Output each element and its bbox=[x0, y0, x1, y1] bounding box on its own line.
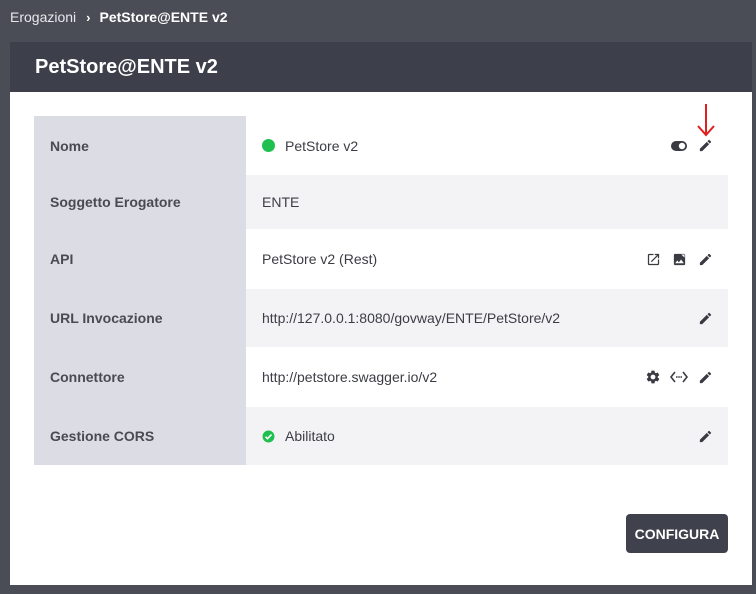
row-label: Connettore bbox=[34, 347, 246, 407]
check-circle-icon bbox=[262, 430, 275, 443]
row-actions bbox=[696, 309, 714, 327]
row-value: http://127.0.0.1:8080/govway/ENTE/PetSto… bbox=[246, 289, 728, 347]
row-label: Soggetto Erogatore bbox=[34, 175, 246, 229]
image-icon[interactable] bbox=[670, 250, 688, 268]
api-value: PetStore v2 (Rest) bbox=[262, 251, 378, 267]
row-value: Abilitato bbox=[246, 407, 728, 465]
connettore-value: http://petstore.swagger.io/v2 bbox=[262, 369, 438, 385]
breadcrumb-separator-icon: › bbox=[86, 9, 91, 25]
nome-value: PetStore v2 bbox=[285, 137, 359, 154]
row-label: Nome bbox=[34, 116, 246, 175]
row-url-invocazione: URL Invocazione http://127.0.0.1:8080/go… bbox=[34, 289, 728, 347]
breadcrumb-erogazioni-link[interactable]: Erogazioni bbox=[10, 9, 76, 25]
annotation-arrow-icon bbox=[697, 104, 715, 137]
page-title: PetStore@ENTE v2 bbox=[35, 55, 218, 78]
edit-icon[interactable] bbox=[696, 137, 714, 155]
row-api: API PetStore v2 (Rest) bbox=[34, 229, 728, 289]
open-external-icon[interactable] bbox=[644, 250, 662, 268]
edit-icon[interactable] bbox=[696, 309, 714, 327]
row-value: PetStore v2 (Rest) bbox=[246, 229, 728, 289]
row-soggetto-erogatore: Soggetto Erogatore ENTE bbox=[34, 175, 728, 229]
breadcrumb-current: PetStore@ENTE v2 bbox=[99, 9, 228, 25]
row-value: PetStore v2 bbox=[246, 116, 728, 175]
configura-button[interactable]: CONFIGURA bbox=[626, 514, 728, 553]
row-actions bbox=[644, 250, 714, 268]
row-actions bbox=[644, 368, 714, 386]
row-actions bbox=[670, 137, 714, 155]
edit-icon[interactable] bbox=[696, 250, 714, 268]
properties-table: Nome PetStore v2 Soggetto Erogatore ENTE bbox=[34, 116, 728, 465]
row-connettore: Connettore http://petstore.swagger.io/v2 bbox=[34, 347, 728, 407]
url-invocazione-value: http://127.0.0.1:8080/govway/ENTE/PetSto… bbox=[262, 310, 561, 326]
row-value: ENTE bbox=[246, 175, 728, 229]
panel-header: PetStore@ENTE v2 bbox=[10, 42, 752, 92]
row-label: URL Invocazione bbox=[34, 289, 246, 347]
edit-icon[interactable] bbox=[696, 427, 714, 445]
toggle-icon[interactable] bbox=[670, 137, 688, 155]
edit-icon[interactable] bbox=[696, 368, 714, 386]
row-gestione-cors: Gestione CORS Abilitato bbox=[34, 407, 728, 465]
breadcrumb: Erogazioni › PetStore@ENTE v2 bbox=[10, 0, 228, 34]
row-label: Gestione CORS bbox=[34, 407, 246, 465]
code-icon[interactable] bbox=[670, 368, 688, 386]
soggetto-value: ENTE bbox=[262, 194, 300, 210]
row-label: API bbox=[34, 229, 246, 289]
status-active-icon bbox=[262, 139, 275, 152]
detail-panel: PetStore@ENTE v2 Nome PetStore v2 Sogget… bbox=[10, 42, 752, 585]
row-value: http://petstore.swagger.io/v2 bbox=[246, 347, 728, 407]
gear-icon[interactable] bbox=[644, 368, 662, 386]
row-nome: Nome PetStore v2 bbox=[34, 116, 728, 175]
cors-value: Abilitato bbox=[285, 428, 335, 444]
row-actions bbox=[696, 427, 714, 445]
